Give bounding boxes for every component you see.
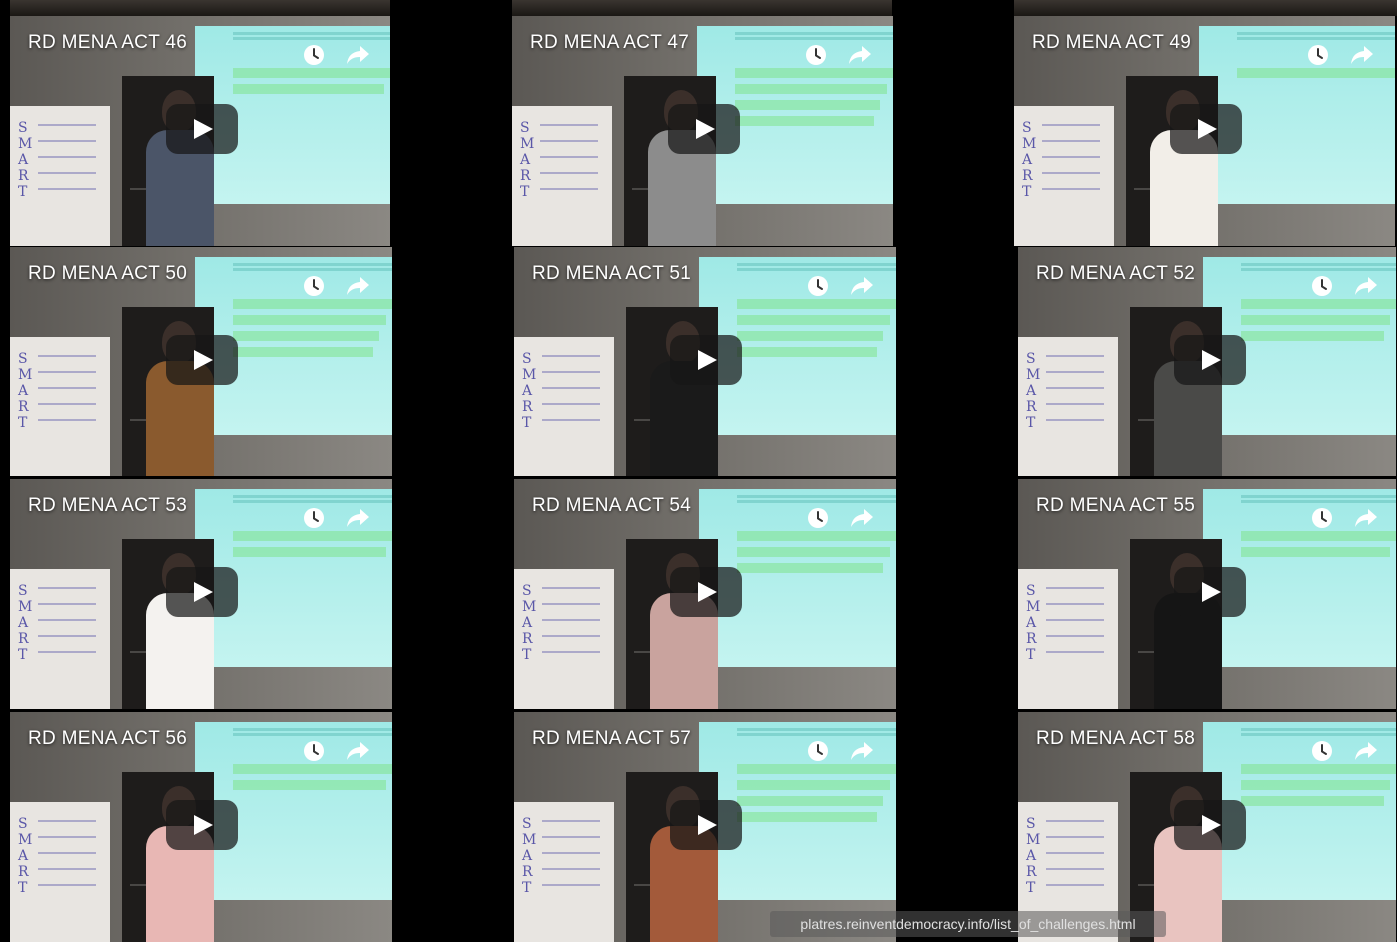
share-arrow-icon[interactable] <box>346 275 370 297</box>
video-tile[interactable]: S M A R T RD MENA ACT 54 <box>514 479 896 709</box>
video-title[interactable]: RD MENA ACT 54 <box>532 495 691 517</box>
play-button[interactable] <box>670 567 742 617</box>
video-title[interactable]: RD MENA ACT 52 <box>1036 263 1195 285</box>
clock-icon[interactable] <box>1311 507 1333 529</box>
board-letters: S M A R T <box>18 351 33 431</box>
board-letters: S M A R T <box>18 583 33 663</box>
share-arrow-icon[interactable] <box>850 740 874 762</box>
board-letters: S M A R T <box>1022 120 1037 200</box>
video-tile[interactable]: S M A R T RD MENA ACT 46 <box>10 16 390 246</box>
play-button[interactable] <box>166 104 238 154</box>
play-triangle-icon <box>696 119 715 139</box>
video-tile[interactable]: S M A R T RD MENA ACT 51 <box>514 247 896 476</box>
share-arrow-icon[interactable] <box>1354 507 1378 529</box>
play-triangle-icon <box>698 815 717 835</box>
flipchart-board: S M A R T <box>1018 569 1118 709</box>
flipchart-board: S M A R T <box>10 106 110 246</box>
board-letters: S M A R T <box>18 816 33 896</box>
play-button[interactable] <box>166 335 238 385</box>
flipchart-board: S M A R T <box>512 106 612 246</box>
flipchart-board: S M A R T <box>10 569 110 709</box>
play-button[interactable] <box>166 800 238 850</box>
flipchart-board: S M A R T <box>1018 337 1118 476</box>
share-arrow-icon[interactable] <box>1354 275 1378 297</box>
top-strip-left <box>10 0 390 16</box>
share-arrow-icon[interactable] <box>850 507 874 529</box>
board-letters: S M A R T <box>1026 351 1041 431</box>
share-arrow-icon[interactable] <box>1354 740 1378 762</box>
play-triangle-icon <box>194 815 213 835</box>
play-button[interactable] <box>670 800 742 850</box>
board-letters: S M A R T <box>1026 583 1041 663</box>
video-tile[interactable]: S M A R T RD MENA ACT 47 <box>512 16 893 246</box>
video-tile[interactable]: S M A R T RD MENA ACT 49 <box>1014 16 1395 246</box>
play-triangle-icon <box>194 582 213 602</box>
flipchart-board: S M A R T <box>514 569 614 709</box>
clock-icon[interactable] <box>1311 740 1333 762</box>
clock-icon[interactable] <box>807 275 829 297</box>
clock-icon[interactable] <box>805 44 827 66</box>
top-strip-right <box>1014 0 1397 16</box>
video-title[interactable]: RD MENA ACT 51 <box>532 263 691 285</box>
flipchart-board: S M A R T <box>10 337 110 476</box>
video-title[interactable]: RD MENA ACT 46 <box>28 32 187 54</box>
share-arrow-icon[interactable] <box>1350 44 1374 66</box>
share-arrow-icon[interactable] <box>848 44 872 66</box>
play-button[interactable] <box>1174 800 1246 850</box>
video-title[interactable]: RD MENA ACT 49 <box>1032 32 1191 54</box>
clock-icon[interactable] <box>807 507 829 529</box>
play-triangle-icon <box>698 350 717 370</box>
video-tile[interactable]: S M A R T RD MENA ACT 50 <box>10 247 392 476</box>
board-letters: S M A R T <box>18 120 33 200</box>
clock-icon[interactable] <box>303 275 325 297</box>
video-tile[interactable]: S M A R T RD MENA ACT 56 <box>10 712 392 942</box>
video-tile[interactable]: S M A R T RD MENA ACT 52 <box>1018 247 1396 476</box>
video-title[interactable]: RD MENA ACT 56 <box>28 728 187 750</box>
board-letters: S M A R T <box>520 120 535 200</box>
video-title[interactable]: RD MENA ACT 50 <box>28 263 187 285</box>
share-arrow-icon[interactable] <box>346 44 370 66</box>
flipchart-board: S M A R T <box>10 802 110 942</box>
play-button[interactable] <box>166 567 238 617</box>
board-letters: S M A R T <box>522 583 537 663</box>
play-button[interactable] <box>1170 104 1242 154</box>
share-arrow-icon[interactable] <box>850 275 874 297</box>
play-triangle-icon <box>1202 350 1221 370</box>
clock-icon[interactable] <box>1307 44 1329 66</box>
video-title[interactable]: RD MENA ACT 55 <box>1036 495 1195 517</box>
board-letters: S M A R T <box>522 816 537 896</box>
video-tile[interactable]: S M A R T RD MENA ACT 53 <box>10 479 392 709</box>
video-tile[interactable]: S M A R T RD MENA ACT 58 <box>1018 712 1396 942</box>
clock-icon[interactable] <box>1311 275 1333 297</box>
play-triangle-icon <box>1202 582 1221 602</box>
status-bar-url: platres.reinventdemocracy.info/list_of_c… <box>770 911 1166 937</box>
play-button[interactable] <box>668 104 740 154</box>
flipchart-board: S M A R T <box>514 802 614 942</box>
play-triangle-icon <box>194 119 213 139</box>
video-title[interactable]: RD MENA ACT 58 <box>1036 728 1195 750</box>
share-arrow-icon[interactable] <box>346 740 370 762</box>
play-triangle-icon <box>1198 119 1217 139</box>
play-button[interactable] <box>1174 567 1246 617</box>
clock-icon[interactable] <box>303 44 325 66</box>
flipchart-board: S M A R T <box>1014 106 1114 246</box>
video-title[interactable]: RD MENA ACT 53 <box>28 495 187 517</box>
play-button[interactable] <box>1174 335 1246 385</box>
video-title[interactable]: RD MENA ACT 47 <box>530 32 689 54</box>
play-triangle-icon <box>698 582 717 602</box>
video-tile[interactable]: S M A R T RD MENA ACT 57 <box>514 712 896 942</box>
top-strip-middle <box>512 0 892 16</box>
video-tile[interactable]: S M A R T RD MENA ACT 55 <box>1018 479 1396 709</box>
board-letters: S M A R T <box>522 351 537 431</box>
clock-icon[interactable] <box>303 507 325 529</box>
flipchart-board: S M A R T <box>514 337 614 476</box>
board-letters: S M A R T <box>1026 816 1041 896</box>
play-button[interactable] <box>670 335 742 385</box>
video-title[interactable]: RD MENA ACT 57 <box>532 728 691 750</box>
play-triangle-icon <box>194 350 213 370</box>
share-arrow-icon[interactable] <box>346 507 370 529</box>
clock-icon[interactable] <box>807 740 829 762</box>
clock-icon[interactable] <box>303 740 325 762</box>
play-triangle-icon <box>1202 815 1221 835</box>
